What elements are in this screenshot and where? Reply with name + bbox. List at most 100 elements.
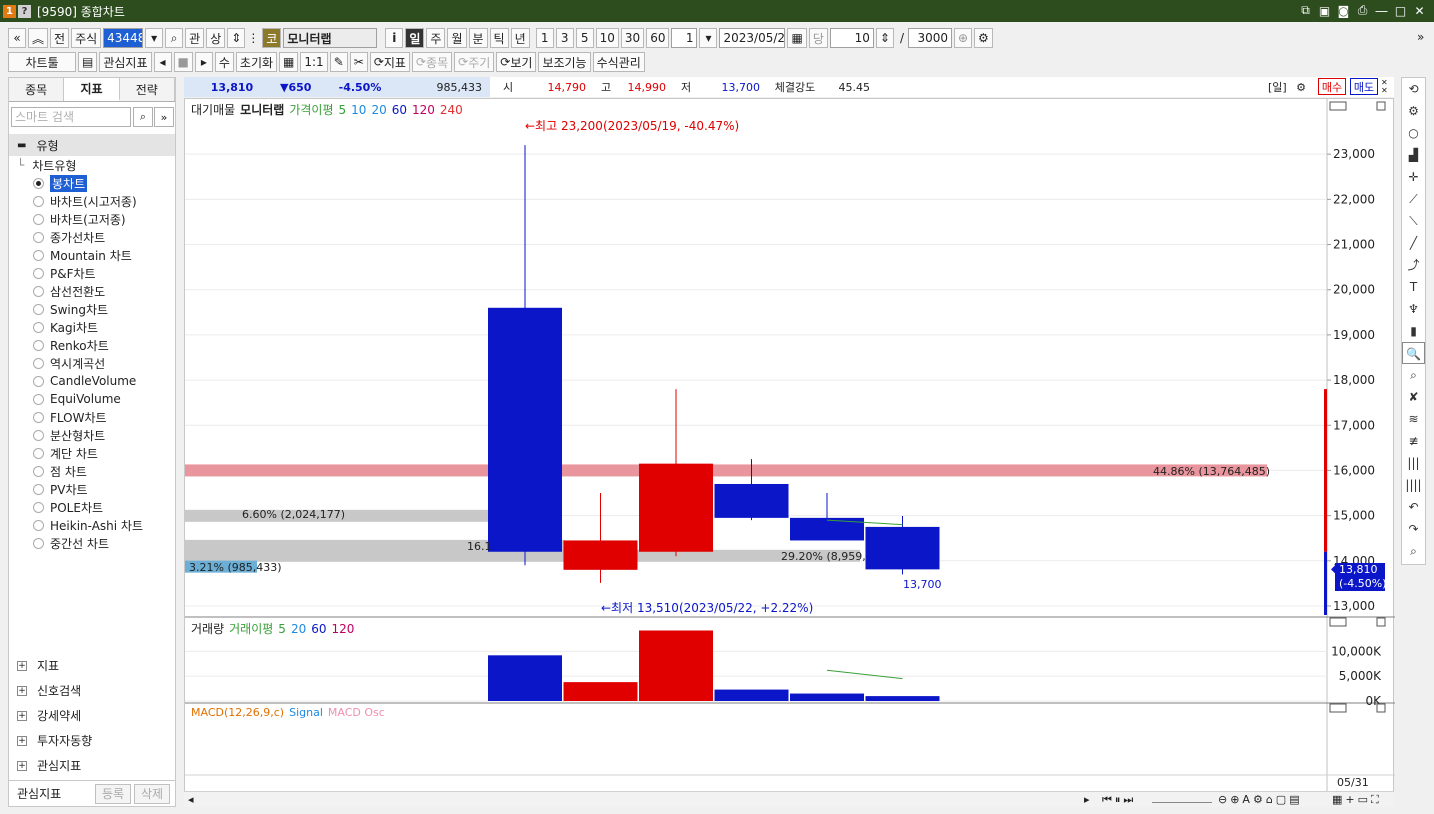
pattern-icon[interactable]: ♆ — [1402, 298, 1425, 320]
dang-button[interactable]: 당 — [808, 28, 828, 48]
save-icon[interactable]: ▤ — [78, 52, 98, 72]
radio-icon[interactable] — [33, 429, 44, 441]
gear-icon[interactable]: ⚙ — [1402, 100, 1425, 122]
undo-icon[interactable]: ↶ — [1402, 496, 1425, 518]
search-icon[interactable]: ⌕ — [133, 107, 153, 127]
period-week-button[interactable]: 주 — [426, 28, 446, 48]
gear-icon[interactable]: ⚙ — [974, 28, 993, 48]
su-button[interactable]: 수 — [214, 52, 234, 72]
radio-icon[interactable] — [33, 465, 44, 477]
help-badge[interactable]: ? — [18, 4, 31, 18]
interval-5-button[interactable]: 5 — [575, 28, 594, 48]
interval-3-button[interactable]: 3 — [555, 28, 574, 48]
reset-button[interactable]: 초기화 — [235, 52, 278, 72]
camera-icon[interactable]: ◙ — [1335, 2, 1352, 19]
period-minute-button[interactable]: 분 — [468, 28, 488, 48]
info-button[interactable]: i — [385, 28, 404, 48]
indicator-group[interactable]: + 지표 — [9, 653, 175, 678]
radio-icon[interactable] — [33, 537, 44, 549]
register-button[interactable]: 등록 — [95, 784, 132, 804]
collapse-icon[interactable]: » — [154, 107, 174, 127]
indicator-button[interactable]: ⟳ 지표 — [369, 52, 410, 72]
chart-type-option[interactable]: 봉차트 — [9, 174, 175, 192]
radio-icon[interactable] — [33, 177, 44, 189]
sub-function-button[interactable]: 보조기능 — [538, 52, 591, 72]
chart-type-option[interactable]: 삼선전환도 — [9, 282, 175, 300]
trend-line-icon[interactable]: ⟋ — [1402, 188, 1425, 210]
chart-type-option[interactable]: FLOW차트 — [9, 408, 175, 426]
stock-name-field[interactable]: 모니터랩 — [283, 28, 378, 48]
close-icon[interactable]: ✕ — [1411, 2, 1428, 19]
radio-icon[interactable] — [33, 303, 44, 315]
scissors-icon[interactable]: ✂ — [349, 52, 368, 72]
radio-icon[interactable] — [33, 249, 44, 261]
interval-chevron-icon[interactable]: ▾ — [699, 28, 718, 48]
radio-icon[interactable] — [33, 285, 44, 297]
redo-icon[interactable]: ↷ — [1402, 518, 1425, 540]
chart-type-option[interactable]: 중간선 차트 — [9, 534, 175, 552]
radio-icon[interactable] — [33, 213, 44, 225]
chart-type-option[interactable]: POLE차트 — [9, 498, 175, 516]
indicator-group[interactable]: + 신호검색 — [9, 678, 175, 703]
formula-button[interactable]: 수식관리 — [592, 52, 645, 72]
settings-window-icon[interactable]: ▣ — [1316, 2, 1333, 19]
interval-60-button[interactable]: 60 — [646, 28, 670, 48]
candle-icon[interactable]: ▮ — [1402, 320, 1425, 342]
calendar-icon[interactable]: ▦ — [787, 28, 807, 48]
refresh-icon[interactable]: ⟲ — [1402, 78, 1425, 100]
stock-code-input[interactable]: 434480 — [103, 28, 144, 48]
radio-icon[interactable] — [33, 519, 44, 531]
sang-button[interactable]: 상 — [206, 28, 226, 48]
chart-icon[interactable]: ▟ — [1402, 144, 1425, 166]
count-spin-icon[interactable]: ⇕ — [875, 28, 894, 48]
search-icon[interactable]: ⌕ — [165, 28, 184, 48]
radio-icon[interactable] — [33, 339, 44, 351]
circle-icon[interactable]: ○ — [1402, 122, 1425, 144]
maximize-icon[interactable]: □ — [1392, 2, 1409, 19]
fibonacci-icon[interactable]: ≋ — [1402, 408, 1425, 430]
chart-type-option[interactable]: 종가선차트 — [9, 228, 175, 246]
period-month-button[interactable]: 월 — [447, 28, 467, 48]
layout-tools-icon[interactable]: ▦+▭⛶ — [1332, 793, 1382, 807]
erase-icon[interactable]: ✘ — [1402, 386, 1425, 408]
print-icon[interactable]: ⎙ — [1354, 2, 1371, 19]
grid-icon[interactable]: ▦ — [279, 52, 299, 72]
crosshair-icon[interactable]: ✛ — [1402, 166, 1425, 188]
indicator-group[interactable]: + 강세약세 — [9, 703, 175, 728]
count-input[interactable]: 10 — [829, 28, 874, 48]
expand-icon[interactable]: + — [17, 735, 27, 746]
delete-button[interactable]: 삭제 — [134, 784, 171, 804]
chevron-down-icon[interactable]: ▾ — [145, 28, 164, 48]
horizontal-scrollbar[interactable]: ◂ ▸ ⏮⏸⏭ ⊖⊕A⚙⌂▢▤ ▦+▭⛶ — [184, 791, 1394, 807]
radio-icon[interactable] — [33, 321, 44, 333]
market-select[interactable]: 주식 — [71, 28, 102, 48]
chart-area[interactable]: 23,000 22,000 21,000 20,000 19,000 18,000 17,0… — [184, 98, 1395, 797]
pencil-icon[interactable]: ✎ — [329, 52, 348, 72]
sell-button[interactable]: 매도 — [1350, 78, 1378, 95]
first-button[interactable]: « — [8, 28, 26, 48]
chart-type-option[interactable]: 점 차트 — [9, 462, 175, 480]
chart-type-option[interactable]: 역시계곡선 — [9, 354, 175, 372]
tab-indicator[interactable]: 지표 — [64, 78, 120, 101]
chart-type-option[interactable]: Heikin-Ashi 차트 — [9, 516, 175, 534]
period-day-button[interactable]: 일 — [405, 28, 425, 48]
minimize-icon[interactable]: ― — [1373, 2, 1390, 19]
play-forward-icon[interactable]: ▸ — [194, 52, 213, 72]
chart-type-option[interactable]: P&F차트 — [9, 264, 175, 282]
expand-icon[interactable]: + — [17, 710, 27, 721]
radio-icon[interactable] — [33, 231, 44, 243]
smart-search-input[interactable]: 스마트 검색 — [11, 107, 131, 127]
chart-type-option[interactable]: 바차트(고저종) — [9, 210, 175, 228]
play-back-icon[interactable]: ◂ — [153, 52, 172, 72]
chart-type-option[interactable]: Swing차트 — [9, 300, 175, 318]
radio-icon[interactable] — [33, 393, 44, 405]
playback-controls-icon[interactable]: ⏮⏸⏭ — [1102, 793, 1136, 807]
radio-icon[interactable] — [33, 411, 44, 423]
period-button[interactable]: ⟳ 주기 — [454, 52, 495, 72]
chart-type-option[interactable]: PV차트 — [9, 480, 175, 498]
spin-icon[interactable]: ⇕ — [227, 28, 246, 48]
chart-type-option[interactable]: 분산형차트 — [9, 426, 175, 444]
close-info-icon[interactable]: ✕ ✕ — [1381, 79, 1388, 95]
expand-toolbar-button[interactable]: » — [1417, 30, 1424, 44]
expand-icon[interactable]: + — [17, 760, 27, 771]
